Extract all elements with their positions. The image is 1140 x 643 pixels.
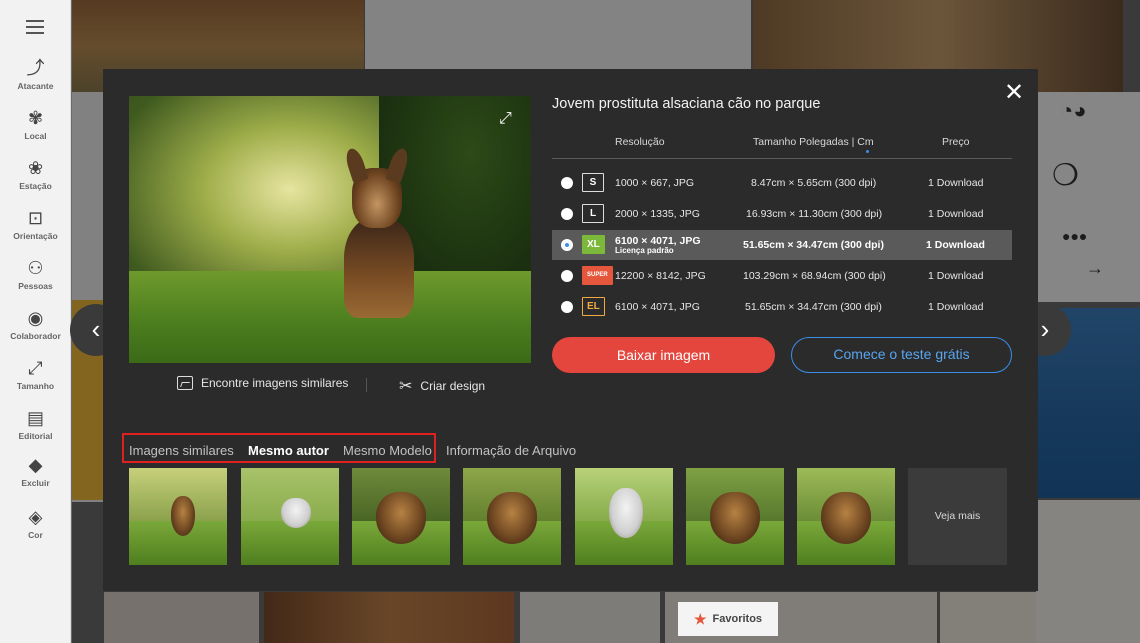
sidebar-item-trending[interactable]: ⤴ Atacante — [0, 58, 71, 91]
thumbnail[interactable] — [241, 468, 339, 565]
favorites-button[interactable]: ★ Favoritos — [678, 602, 778, 636]
resolution-value: 2000 × 1335, JPG — [615, 208, 700, 220]
menu-icon[interactable] — [26, 20, 44, 34]
image-icon — [177, 376, 193, 390]
price-value: 1 Download — [928, 208, 984, 220]
free-trial-button[interactable]: Comece o teste grátis — [791, 337, 1012, 373]
price-value: 1 Download — [926, 239, 985, 251]
resolution-value: 6100 × 4071, JPG — [615, 301, 700, 313]
dimension-value: 51.65cm × 34.47cm (300 dpi) — [745, 301, 882, 313]
see-more-button[interactable]: Veja mais — [908, 468, 1007, 565]
size-radio[interactable] — [561, 177, 573, 189]
sidebar-item-color[interactable]: ◈ Cor — [0, 507, 71, 540]
thumbnail[interactable] — [463, 468, 561, 565]
download-button[interactable]: Baixar imagem — [552, 337, 775, 373]
price-value: 1 Download — [928, 177, 984, 189]
size-option-row[interactable]: S 1000 × 667, JPG 8.47cm × 5.65cm (300 d… — [552, 168, 1012, 198]
design-tool-icon: ✂ — [399, 378, 413, 395]
main-photo[interactable] — [129, 96, 531, 363]
exclude-icon: ◆ — [28, 455, 43, 475]
thumbnail[interactable] — [575, 468, 673, 565]
size-option-row[interactable]: SUPER 12200 × 8142, JPG 103.29cm × 68.94… — [552, 261, 1012, 291]
price-value: 1 Download — [928, 270, 984, 282]
size-option-row[interactable]: EL 6100 × 4071, JPG 51.65cm × 34.47cm (3… — [552, 292, 1012, 322]
tab-similar-images[interactable]: Imagens similares — [129, 443, 234, 458]
size-radio[interactable] — [561, 270, 573, 282]
size-badge: S — [582, 173, 604, 192]
chevron-left-icon: ‹ — [91, 314, 101, 344]
size-badge: L — [582, 204, 604, 223]
dimension-value: 103.29cm × 68.94cm (300 dpi) — [743, 270, 886, 282]
dog-figure — [334, 146, 424, 318]
tab-same-model[interactable]: Mesmo Modelo — [343, 443, 432, 458]
dimension-value: 16.93cm × 11.30cm (300 dpi) — [746, 208, 883, 220]
orientation-icon: ⊡ — [27, 208, 44, 228]
trending-icon: ⤴ — [26, 58, 45, 78]
contributor-icon: ◉ — [27, 308, 44, 328]
sidebar-item-season[interactable]: ❀ Estação — [0, 158, 71, 191]
expand-icon[interactable]: ⤢ — [499, 110, 512, 128]
unit-toggle-indicator — [866, 150, 869, 153]
license-label: Licença padrão — [615, 246, 674, 255]
thumbnail[interactable] — [686, 468, 784, 565]
size-icon: ⤢ — [28, 358, 43, 378]
resolution-value: 1000 × 667, JPG — [615, 177, 695, 189]
local-icon: ✾ — [27, 108, 44, 128]
thumbnail[interactable] — [797, 468, 895, 565]
size-option-row[interactable]: L 2000 × 1335, JPG 16.93cm × 11.30cm (30… — [552, 199, 1012, 229]
thumbnail[interactable] — [129, 468, 227, 565]
sidebar-item-exclude[interactable]: ◆ Excluir — [0, 455, 71, 488]
size-option-row-selected[interactable]: XL 6100 × 4071, JPG Licença padrão 51.65… — [552, 230, 1012, 260]
tab-same-author[interactable]: Mesmo autor — [248, 443, 329, 458]
size-badge: EL — [582, 297, 605, 316]
close-icon[interactable]: ✕ — [1004, 81, 1024, 105]
sidebar-item-people[interactable]: ⚇ Pessoas — [0, 258, 71, 291]
size-radio-selected[interactable] — [561, 239, 573, 251]
size-badge: SUPER — [582, 266, 613, 285]
divider — [366, 378, 367, 392]
sidebar-item-contributor[interactable]: ◉ Colaborador — [0, 308, 71, 341]
sidebar-item-orientation[interactable]: ⊡ Orientação — [0, 208, 71, 241]
people-icon: ⚇ — [27, 258, 44, 278]
size-radio[interactable] — [561, 208, 573, 220]
color-icon: ◈ — [28, 507, 43, 527]
resolution-value: 12200 × 8142, JPG — [615, 270, 706, 282]
size-badge: XL — [582, 235, 605, 254]
size-radio[interactable] — [561, 301, 573, 313]
chevron-right-icon: › — [1040, 314, 1050, 344]
dimension-value: 51.65cm × 34.47cm (300 dpi) — [743, 239, 884, 251]
sidebar-item-local[interactable]: ✾ Local — [0, 108, 71, 141]
star-icon: ★ — [693, 610, 707, 627]
filter-sidebar: ⤴ Atacante ✾ Local ❀ Estação ⊡ Orientaçã… — [0, 0, 71, 643]
grass — [129, 271, 531, 363]
image-title: Jovem prostituta alsaciana cão no parque — [552, 96, 821, 112]
price-header: Preço — [942, 136, 970, 148]
price-value: 1 Download — [928, 301, 984, 313]
find-similar-button[interactable]: Encontre imagens similares — [177, 376, 348, 390]
size-header[interactable]: Tamanho Polegadas | Cm — [753, 136, 874, 148]
tab-file-info[interactable]: Informação de Arquivo — [446, 443, 576, 458]
header-divider — [552, 158, 1012, 159]
sidebar-item-editorial[interactable]: ▤ Editorial — [0, 408, 71, 441]
editorial-icon: ▤ — [26, 408, 44, 428]
thumbnail[interactable] — [352, 468, 450, 565]
dimension-value: 8.47cm × 5.65cm (300 dpi) — [751, 177, 877, 189]
resolution-header: Resolução — [615, 136, 665, 148]
create-design-button[interactable]: ✂ Criar design — [399, 376, 485, 396]
season-icon: ❀ — [27, 158, 44, 178]
sidebar-item-size[interactable]: ⤢ Tamanho — [0, 358, 71, 391]
